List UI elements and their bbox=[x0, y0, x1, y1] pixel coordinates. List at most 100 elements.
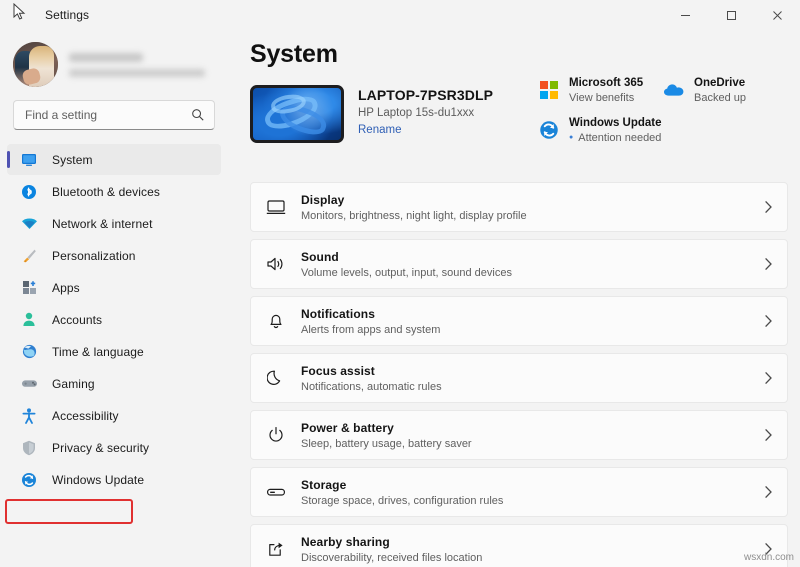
device-summary: LAPTOP-7PSR3DLP HP Laptop 15s-du1xxx Ren… bbox=[228, 69, 800, 161]
bell-icon bbox=[251, 312, 301, 330]
row-title: Storage bbox=[301, 477, 347, 492]
settings-row-nearby-sharing[interactable]: Nearby sharing Discoverability, received… bbox=[250, 524, 788, 567]
sidebar-item-time-language[interactable]: Time & language bbox=[7, 336, 221, 367]
chevron-right-icon bbox=[749, 428, 787, 442]
accessibility-icon bbox=[18, 407, 40, 425]
settings-row-sound[interactable]: Sound Volume levels, output, input, soun… bbox=[250, 239, 788, 289]
search-input[interactable]: Find a setting bbox=[13, 100, 215, 130]
settings-row-notifications[interactable]: Notifications Alerts from apps and syste… bbox=[250, 296, 788, 346]
search-icon bbox=[192, 109, 204, 121]
chevron-right-icon bbox=[749, 200, 787, 214]
tile-title: Microsoft 365 bbox=[569, 77, 644, 89]
title-bar: Settings bbox=[0, 0, 800, 30]
mouse-cursor-icon bbox=[13, 3, 26, 20]
update-icon bbox=[18, 471, 40, 489]
status-tile-onedrive[interactable]: OneDrive Backed up bbox=[663, 77, 788, 104]
avatar bbox=[13, 41, 58, 87]
row-subtitle: Discoverability, received files location bbox=[301, 551, 483, 564]
profile-name-redacted bbox=[69, 53, 143, 62]
row-subtitle: Sleep, battery usage, battery saver bbox=[301, 437, 472, 450]
row-title: Sound bbox=[301, 249, 339, 264]
chevron-right-icon bbox=[749, 485, 787, 499]
row-title: Notifications bbox=[301, 306, 375, 321]
sidebar-item-label: Bluetooth & devices bbox=[52, 184, 160, 199]
row-title: Nearby sharing bbox=[301, 534, 390, 549]
main-content: System LAPTOP-7PSR3DLP HP Laptop 15s-du1… bbox=[228, 30, 800, 567]
user-profile[interactable] bbox=[0, 30, 228, 90]
row-title: Power & battery bbox=[301, 420, 394, 435]
sidebar-item-label: Network & internet bbox=[52, 216, 153, 231]
row-subtitle: Volume levels, output, input, sound devi… bbox=[301, 266, 512, 279]
settings-row-storage[interactable]: Storage Storage space, drives, configura… bbox=[250, 467, 788, 517]
paintbrush-icon bbox=[18, 247, 40, 265]
sidebar-item-accessibility[interactable]: Accessibility bbox=[7, 400, 221, 431]
gamepad-icon bbox=[18, 375, 40, 393]
globe-icon bbox=[18, 343, 40, 361]
update-icon bbox=[538, 119, 560, 141]
status-tile-microsoft-365[interactable]: Microsoft 365 View benefits bbox=[538, 77, 663, 104]
sidebar-item-network-internet[interactable]: Network & internet bbox=[7, 208, 221, 239]
moon-icon bbox=[251, 369, 301, 387]
row-title: Display bbox=[301, 192, 345, 207]
page-title: System bbox=[250, 40, 338, 68]
highlight-box-windows-update bbox=[5, 499, 133, 524]
device-model: HP Laptop 15s-du1xxx bbox=[358, 107, 475, 119]
sidebar-item-label: Privacy & security bbox=[52, 440, 150, 455]
settings-row-display[interactable]: Display Monitors, brightness, night ligh… bbox=[250, 182, 788, 232]
shield-icon bbox=[18, 439, 40, 457]
sidebar-item-personalization[interactable]: Personalization bbox=[7, 240, 221, 271]
settings-row-power-battery[interactable]: Power & battery Sleep, battery usage, ba… bbox=[250, 410, 788, 460]
row-subtitle: Notifications, automatic rules bbox=[301, 380, 442, 393]
rename-link[interactable]: Rename bbox=[358, 124, 493, 136]
bluetooth-icon bbox=[18, 183, 40, 201]
sidebar-item-gaming[interactable]: Gaming bbox=[7, 368, 221, 399]
monitor-icon bbox=[251, 199, 301, 215]
apps-icon bbox=[18, 279, 40, 297]
search-placeholder: Find a setting bbox=[25, 108, 98, 122]
sidebar-item-windows-update[interactable]: Windows Update bbox=[7, 464, 221, 495]
sidebar-item-label: Windows Update bbox=[52, 472, 145, 487]
search-container: Find a setting bbox=[0, 90, 228, 130]
tile-subtitle: View benefits bbox=[569, 92, 635, 104]
chevron-right-icon bbox=[749, 314, 787, 328]
settings-row-focus-assist[interactable]: Focus assist Notifications, automatic ru… bbox=[250, 353, 788, 403]
sidebar-item-bluetooth-devices[interactable]: Bluetooth & devices bbox=[7, 176, 221, 207]
profile-email-redacted bbox=[69, 69, 205, 77]
sidebar-item-accounts[interactable]: Accounts bbox=[7, 304, 221, 335]
speaker-icon bbox=[251, 256, 301, 272]
settings-list: Display Monitors, brightness, night ligh… bbox=[250, 182, 788, 567]
microsoft-logo-icon bbox=[538, 79, 560, 101]
window-controls bbox=[662, 0, 800, 30]
monitor-icon bbox=[18, 151, 40, 169]
device-name: LAPTOP-7PSR3DLP bbox=[358, 87, 494, 103]
chevron-right-icon bbox=[749, 371, 787, 385]
row-title: Focus assist bbox=[301, 363, 375, 378]
sidebar: Find a setting System Bluetooth & device… bbox=[0, 30, 228, 567]
chevron-right-icon bbox=[749, 257, 787, 271]
sidebar-item-label: Personalization bbox=[52, 248, 136, 263]
sidebar-item-label: Time & language bbox=[52, 344, 144, 359]
row-subtitle: Monitors, brightness, night light, displ… bbox=[301, 209, 527, 222]
close-button[interactable] bbox=[754, 0, 800, 30]
tile-title: Windows Update bbox=[569, 117, 662, 129]
power-icon bbox=[251, 426, 301, 444]
sidebar-item-label: Apps bbox=[52, 280, 80, 295]
sidebar-item-label: Accounts bbox=[52, 312, 103, 327]
tile-subtitle: Attention needed bbox=[569, 132, 662, 144]
drive-icon bbox=[251, 485, 301, 499]
device-thumbnail bbox=[250, 85, 344, 143]
row-subtitle: Alerts from apps and system bbox=[301, 323, 441, 336]
sidebar-item-system[interactable]: System bbox=[7, 144, 221, 175]
status-tile-windows-update[interactable]: Windows Update Attention needed bbox=[538, 117, 666, 144]
minimize-button[interactable] bbox=[662, 0, 708, 30]
sidebar-item-privacy-security[interactable]: Privacy & security bbox=[7, 432, 221, 463]
onedrive-cloud-icon bbox=[663, 79, 685, 101]
tile-title: OneDrive bbox=[694, 77, 746, 89]
window-title: Settings bbox=[45, 8, 90, 22]
wifi-icon bbox=[18, 215, 40, 233]
settings-window: Settings Find a setting System Bluetooth… bbox=[0, 0, 800, 567]
watermark: wsxdn.com bbox=[743, 552, 794, 563]
sidebar-item-apps[interactable]: Apps bbox=[7, 272, 221, 303]
status-tiles: Microsoft 365 View benefits OneDrive Bac… bbox=[538, 77, 788, 144]
maximize-button[interactable] bbox=[708, 0, 754, 30]
